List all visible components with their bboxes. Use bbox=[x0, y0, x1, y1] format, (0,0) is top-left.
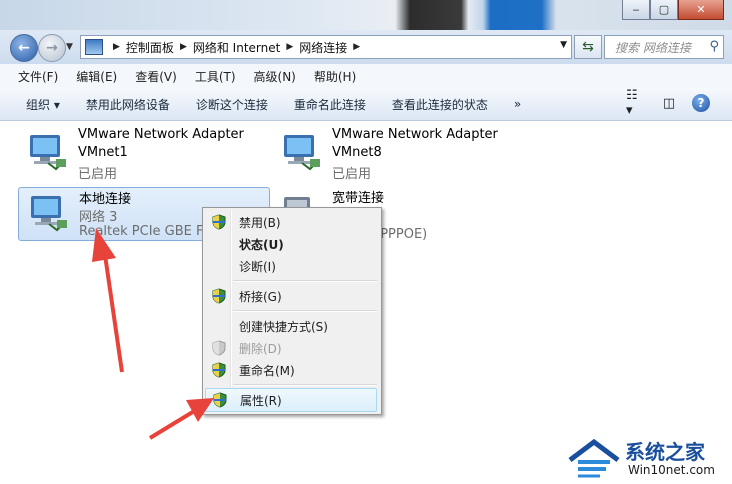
watermark-url: Win10net.com bbox=[628, 463, 715, 477]
arrow-to-local-connection bbox=[92, 228, 124, 373]
site-watermark: 系统之家 Win10net.com bbox=[560, 430, 732, 484]
arrow-to-properties bbox=[148, 398, 214, 440]
annotation-arrows bbox=[92, 228, 214, 440]
house-logo-icon bbox=[568, 438, 620, 478]
watermark-title: 系统之家 bbox=[625, 440, 705, 464]
explorer-window: ‒ ▢ ✕ ← → ▼ ▶ 控制面板 ▶ 网络和 Internet ▶ 网络连接… bbox=[0, 0, 732, 484]
